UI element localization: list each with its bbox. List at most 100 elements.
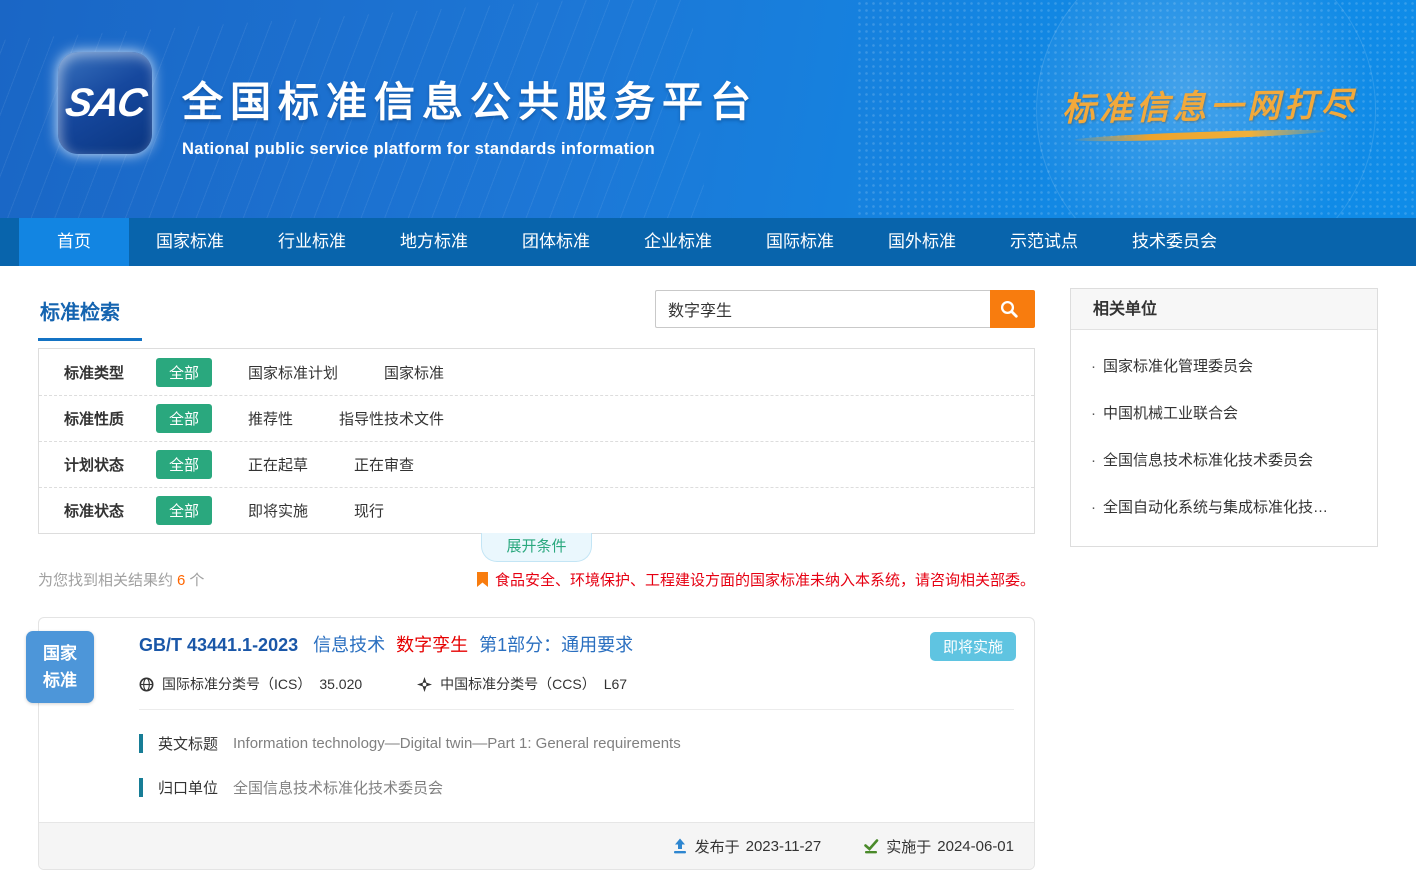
detail-label: 归口单位 [158, 777, 218, 798]
ics-label: 国际标准分类号（ICS） [162, 674, 311, 694]
nav-tab-technical-committee[interactable]: 技术委员会 [1105, 218, 1244, 266]
brand: SAC 全国标准信息公共服务平台 National public service… [58, 52, 758, 159]
standard-title-pre[interactable]: 信息技术 [313, 635, 385, 655]
result-count-suffix: 个 [189, 572, 204, 589]
results-meta: 为您找到相关结果约6个 食品安全、环境保护、工程建设方面的国家标准未纳入本系统，… [38, 569, 1035, 590]
sac-logo[interactable]: SAC [58, 52, 152, 154]
related-units-panel: 相关单位 · 国家标准化管理委员会 · 中国机械工业联合会 · 全国信息技术标准化技术… [1070, 288, 1378, 547]
standard-code[interactable]: GB/T 43441.1-2023 [139, 635, 298, 655]
filter-all-button[interactable]: 全部 [156, 404, 212, 433]
nav-tab-national-standards[interactable]: 国家标准 [129, 218, 251, 266]
detail-row-english-title: 英文标题 Information technology—Digital twin… [139, 733, 1014, 754]
page-title: 标准检索 [38, 288, 142, 341]
result-count-number: 6 [177, 572, 185, 589]
filter-label: 标准性质 [64, 408, 156, 429]
status-badge: 即将实施 [930, 632, 1016, 661]
filter-option[interactable]: 正在起草 [248, 454, 308, 475]
ccs-label: 中国标准分类号（CCS） [440, 674, 596, 694]
published-date: 2023-11-27 [746, 838, 822, 855]
sidebar-item-label: 全国信息技术标准化技术委员会 [1103, 452, 1313, 469]
sidebar-item-label: 全国自动化系统与集成标准化技… [1103, 499, 1328, 516]
standard-title-highlight[interactable]: 数字孪生 [396, 635, 468, 655]
nav-tab-pilot[interactable]: 示范试点 [983, 218, 1105, 266]
sidebar-item-label: 国家标准化管理委员会 [1103, 358, 1253, 375]
filter-option[interactable]: 即将实施 [248, 500, 308, 521]
filter-option[interactable]: 国家标准 [384, 362, 444, 383]
filter-label: 标准状态 [64, 500, 156, 521]
ccs-value: L67 [604, 676, 627, 692]
nav-tab-local-standards[interactable]: 地方标准 [373, 218, 495, 266]
filter-all-button[interactable]: 全部 [156, 450, 212, 479]
filter-all-button[interactable]: 全部 [156, 358, 212, 387]
nav-tab-group-standards[interactable]: 团体标准 [495, 218, 617, 266]
detail-value: 全国信息技术标准化技术委员会 [233, 777, 443, 798]
card-meta: 国际标准分类号（ICS） 35.020 中国标准分类号（CCS） L67 [139, 674, 1014, 694]
sidebar-item-machinery-federation[interactable]: · 中国机械工业联合会 [1091, 389, 1359, 436]
card-body: GB/T 43441.1-2023 信息技术 数字孪生 第1部分：通用要求 [39, 618, 1034, 798]
nav-tab-foreign-standards[interactable]: 国外标准 [861, 218, 983, 266]
filter-box: 标准类型 全部 国家标准计划 国家标准 标准性质 全部 推荐性 指导性技术文件 … [38, 348, 1035, 534]
detail-row-responsible-unit: 归口单位 全国信息技术标准化技术委员会 [139, 777, 1014, 798]
site-header: SAC 全国标准信息公共服务平台 National public service… [0, 0, 1416, 218]
nav-tab-home[interactable]: 首页 [19, 218, 129, 266]
site-title-cn: 全国标准信息公共服务平台 [182, 68, 758, 128]
national-standard-badge: 国家 标准 [26, 631, 94, 703]
search-button[interactable] [990, 290, 1035, 328]
filter-row-plan-status: 计划状态 全部 正在起草 正在审查 [39, 441, 1034, 487]
result-count-prefix: 为您找到相关结果约 [38, 572, 173, 589]
filter-option[interactable]: 指导性技术文件 [339, 408, 444, 429]
ics-value: 35.020 [319, 676, 362, 692]
bookmark-icon [477, 572, 488, 587]
standard-result-card: 国家 标准 即将实施 GB/T 43441.1-2023 信息技术 数字孪生 第… [38, 617, 1035, 870]
badge-line1: 国家 [43, 640, 77, 667]
globe-icon [139, 677, 154, 692]
sac-logo-text: SAC [62, 81, 148, 126]
result-count: 为您找到相关结果约6个 [38, 569, 204, 590]
bullet: · [1091, 452, 1096, 469]
standard-title-post[interactable]: 第1部分：通用要求 [479, 635, 633, 655]
detail-bar [139, 778, 143, 797]
sidebar: 相关单位 · 国家标准化管理委员会 · 中国机械工业联合会 · 全国信息技术标准化技术… [1070, 288, 1378, 870]
nav-tab-industry-standards[interactable]: 行业标准 [251, 218, 373, 266]
compass-icon [417, 677, 432, 692]
publish-upload-icon [672, 838, 688, 854]
filter-all-button[interactable]: 全部 [156, 496, 212, 525]
sidebar-item-automation-systems[interactable]: · 全国自动化系统与集成标准化技… [1091, 483, 1359, 530]
search-input[interactable] [655, 290, 990, 328]
detail-value: Information technology—Digital twin—Part… [233, 735, 681, 752]
search-section: 标准检索 [38, 288, 1035, 341]
nav-tab-enterprise-standards[interactable]: 企业标准 [617, 218, 739, 266]
published-date-item: 发布于 2023-11-27 [672, 836, 822, 857]
brand-titles: 全国标准信息公共服务平台 National public service pla… [182, 52, 758, 159]
search-group [655, 290, 1035, 328]
filter-option[interactable]: 正在审查 [354, 454, 414, 475]
site-title-en: National public service platform for sta… [182, 140, 758, 159]
filter-option[interactable]: 国家标准计划 [248, 362, 338, 383]
card-separator [139, 709, 1014, 710]
filter-option[interactable]: 推荐性 [248, 408, 293, 429]
header-slogan: 标准信息一网打尽 [1062, 77, 1359, 130]
bullet: · [1091, 358, 1096, 375]
published-label: 发布于 [695, 836, 740, 857]
bullet: · [1091, 499, 1096, 516]
sidebar-item-label: 中国机械工业联合会 [1103, 405, 1238, 422]
notice-text: 食品安全、环境保护、工程建设方面的国家标准未纳入本系统，请咨询相关部委。 [495, 569, 1035, 590]
ccs-meta: 中国标准分类号（CCS） L67 [417, 674, 627, 694]
sidebar-item-it-standardization[interactable]: · 全国信息技术标准化技术委员会 [1091, 436, 1359, 483]
related-units-title: 相关单位 [1071, 289, 1377, 330]
sidebar-item-sac[interactable]: · 国家标准化管理委员会 [1091, 342, 1359, 389]
search-icon [999, 299, 1019, 319]
detail-bar [139, 734, 143, 753]
filter-label: 计划状态 [64, 454, 156, 475]
standard-title-link[interactable]: GB/T 43441.1-2023 信息技术 数字孪生 第1部分：通用要求 [139, 634, 1014, 657]
filter-row-standard-nature: 标准性质 全部 推荐性 指导性技术文件 [39, 395, 1034, 441]
implemented-label: 实施于 [886, 836, 931, 857]
expand-conditions-wrap: 展开条件 [38, 534, 1035, 561]
nav-tab-international-standards[interactable]: 国际标准 [739, 218, 861, 266]
expand-conditions-button[interactable]: 展开条件 [481, 533, 591, 562]
left-column: 标准检索 标准类型 全部 国家标准计划 国家标准 [38, 288, 1035, 870]
filter-label: 标准类型 [64, 362, 156, 383]
filter-option[interactable]: 现行 [354, 500, 384, 521]
bullet: · [1091, 405, 1096, 422]
detail-label: 英文标题 [158, 733, 218, 754]
